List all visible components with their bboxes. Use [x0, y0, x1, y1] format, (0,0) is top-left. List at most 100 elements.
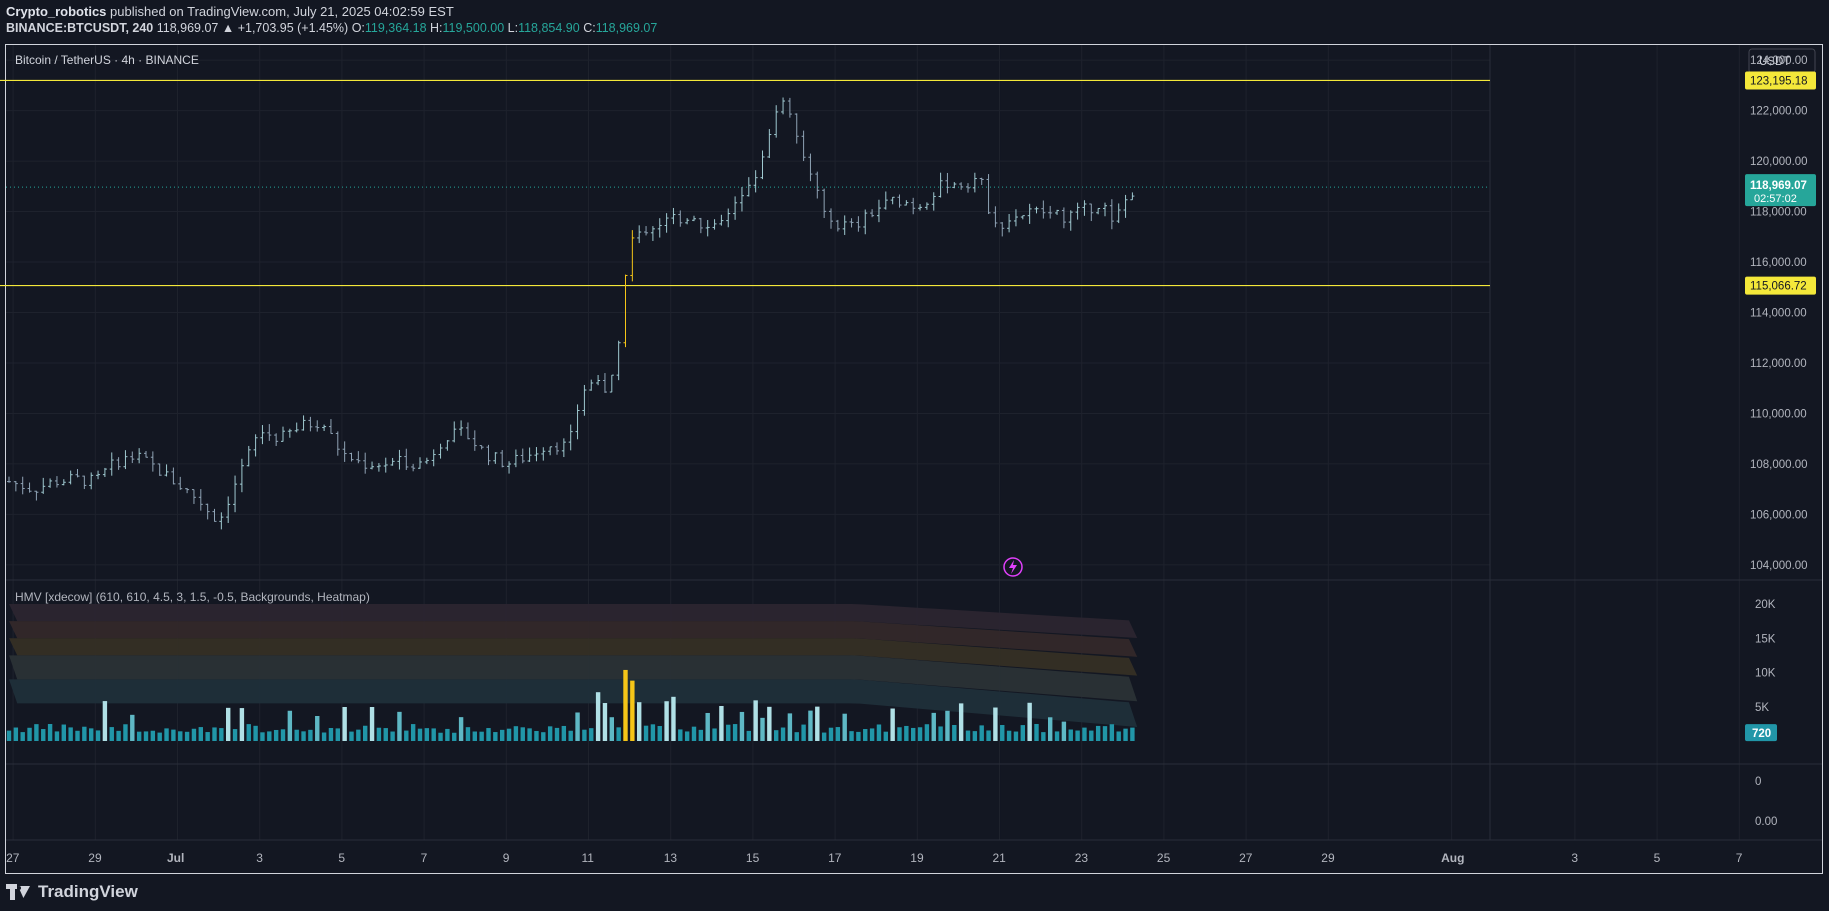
- volume-bar: [746, 730, 751, 741]
- volume-bar: [34, 724, 39, 741]
- x-tick-label: Aug: [1441, 851, 1464, 865]
- volume-bar: [321, 732, 327, 741]
- volume-bar: [369, 707, 375, 741]
- volume-y-tick-label: 20K: [1755, 599, 1776, 611]
- volume-bar: [883, 731, 888, 741]
- volume-bar: [273, 729, 279, 741]
- volume-bar: [821, 732, 827, 741]
- volume-bar: [294, 729, 299, 741]
- lower-y-tick-label: 0.00: [1755, 816, 1777, 828]
- volume-bar: [595, 692, 601, 741]
- y-tick-label: 124,000.00: [1750, 55, 1808, 67]
- volume-bar: [856, 731, 861, 741]
- x-tick-label: 9: [503, 851, 510, 865]
- volume-bar: [568, 730, 573, 741]
- volume-bar: [13, 727, 19, 741]
- volume-bar: [157, 732, 162, 741]
- volume-bar: [61, 724, 66, 741]
- x-tick-label: 5: [338, 851, 345, 865]
- volume-bar: [1027, 702, 1032, 741]
- volume-bar: [945, 710, 950, 741]
- volume-bar: [404, 730, 409, 741]
- x-tick-label: 13: [664, 851, 678, 865]
- volume-bar: [1130, 727, 1135, 741]
- y-tick-label: 122,000.00: [1750, 106, 1808, 118]
- lightning-icon[interactable]: [1003, 557, 1023, 577]
- volume-bar: [75, 730, 80, 741]
- volume-bar: [335, 728, 340, 741]
- lower-y-tick-label: 0: [1755, 776, 1761, 788]
- volume-bar: [178, 731, 183, 741]
- volume-bar: [787, 713, 793, 741]
- volume-bar: [1013, 731, 1019, 741]
- volume-bar: [972, 731, 978, 741]
- volume-bar: [506, 728, 512, 741]
- volume-bar: [315, 715, 320, 741]
- volume-bar: [753, 700, 758, 741]
- volume-bar: [68, 727, 73, 741]
- volume-bar: [547, 726, 553, 741]
- volume-bar: [917, 727, 923, 741]
- volume-bar: [184, 731, 190, 741]
- volume-bar: [575, 712, 580, 741]
- volume-bar: [27, 727, 32, 741]
- x-tick-label: 7: [1736, 851, 1743, 865]
- volume-y-tick-label: 10K: [1755, 668, 1776, 680]
- volume-bar: [650, 724, 656, 741]
- volume-bar: [267, 731, 272, 741]
- volume-bar: [561, 725, 567, 741]
- volume-bar: [719, 705, 724, 741]
- volume-bar: [164, 728, 169, 741]
- volume-bar: [890, 708, 895, 741]
- volume-bar: [609, 717, 614, 741]
- volume-bar: [486, 728, 491, 741]
- volume-bar: [1020, 725, 1025, 741]
- volume-bar: [410, 724, 416, 741]
- volume-bar: [582, 729, 587, 741]
- volume-bar: [712, 728, 717, 741]
- brand-name: TradingView: [38, 882, 138, 901]
- price-chart[interactable]: Bitcoin / TetherUS · 4h · BINANCE HMV [xd…: [0, 0, 1829, 911]
- volume-bar: [47, 724, 53, 741]
- y-tick-label: 104,000.00: [1750, 560, 1808, 572]
- volume-bar: [226, 707, 231, 741]
- y-tick-label: 106,000.00: [1750, 509, 1808, 521]
- volume-bar: [534, 730, 539, 741]
- volume-bar: [1082, 727, 1087, 741]
- volume-bar: [589, 728, 594, 741]
- x-tick-label: 7: [421, 851, 428, 865]
- volume-bar: [95, 730, 101, 741]
- volume-bar: [342, 707, 347, 741]
- y-tick-label: 108,000.00: [1750, 459, 1808, 471]
- volume-y-tick-label: 5K: [1755, 702, 1769, 714]
- volume-bar: [527, 728, 532, 741]
- y-tick-label: 112,000.00: [1750, 358, 1807, 370]
- x-tick-label: Jul: [167, 851, 184, 865]
- volume-bar: [911, 727, 916, 741]
- y-tick-label: 118,000.00: [1750, 207, 1807, 219]
- volume-bar: [54, 731, 60, 741]
- volume-bar: [952, 724, 957, 741]
- volume-bar: [1109, 724, 1115, 741]
- volume-bar: [876, 724, 882, 741]
- y-tick-label: 120,000.00: [1750, 156, 1808, 168]
- x-tick-label: 29: [1321, 851, 1335, 865]
- x-tick-label: 23: [1075, 851, 1089, 865]
- volume-bar: [493, 732, 498, 741]
- volume-bar: [760, 717, 765, 741]
- volume-bar: [89, 728, 94, 741]
- volume-bar: [774, 730, 779, 741]
- volume-bar: [458, 717, 464, 741]
- volume-bar: [1095, 725, 1101, 741]
- volume-bar: [260, 732, 265, 741]
- volume-bar: [191, 728, 197, 741]
- volume-bar: [109, 727, 114, 741]
- volume-bar: [417, 728, 423, 741]
- volume-bar: [979, 725, 984, 741]
- volume-bar: [657, 726, 662, 741]
- indicator-label: HMV [xdecow] (610, 610, 4.5, 3, 1.5, -0.…: [15, 590, 370, 604]
- volume-bar: [102, 701, 108, 741]
- volume-bar: [232, 729, 238, 741]
- volume-bar: [1006, 730, 1012, 741]
- volume-bar: [212, 727, 217, 741]
